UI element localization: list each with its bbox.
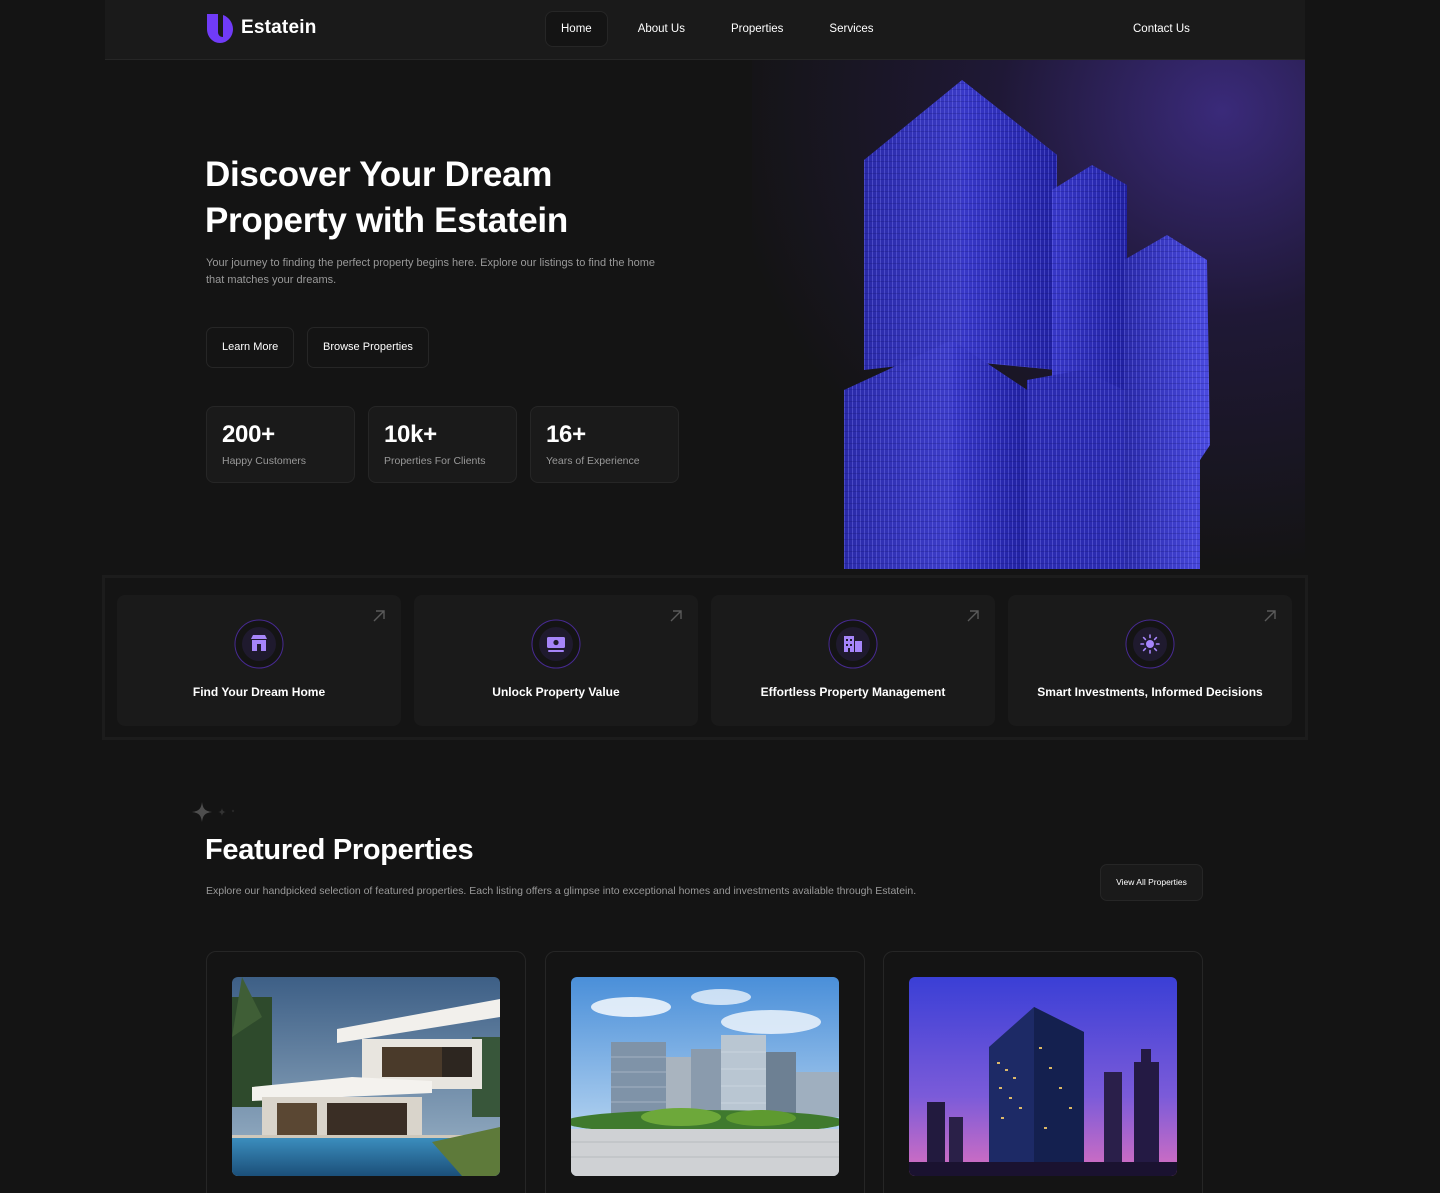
stat-label: Happy Customers bbox=[222, 455, 307, 467]
stat-card-happy-customers: 200+ Happy Customers bbox=[206, 406, 355, 483]
sparkle-decoration-icon bbox=[192, 802, 235, 822]
feature-card-find-dream-home[interactable]: Find Your Dream Home bbox=[117, 595, 401, 726]
learn-more-button[interactable]: Learn More bbox=[206, 327, 295, 368]
stat-label: Properties For Clients bbox=[384, 455, 486, 467]
stat-label: Years of Experience bbox=[546, 455, 640, 467]
nav-item-services[interactable]: Services bbox=[813, 11, 889, 47]
page: Estatein Home About Us Properties Servic… bbox=[0, 0, 1440, 1193]
feature-card-unlock-property-value[interactable]: Unlock Property Value bbox=[414, 595, 698, 726]
feature-card-effortless-property-management[interactable]: Effortless Property Management bbox=[711, 595, 995, 726]
property-image-office-towers bbox=[571, 977, 839, 1176]
property-card[interactable] bbox=[206, 951, 526, 1193]
stat-value: 16+ bbox=[546, 421, 586, 448]
nav-item-about-us[interactable]: About Us bbox=[622, 11, 701, 47]
nav-item-home[interactable]: Home bbox=[545, 11, 608, 47]
feature-label: Smart Investments, Informed Decisions bbox=[1037, 685, 1263, 699]
brand-logo[interactable]: Estatein bbox=[205, 12, 317, 44]
stat-value: 200+ bbox=[222, 421, 275, 448]
sun-icon bbox=[1125, 619, 1175, 669]
stat-card-years-of-experience: 16+ Years of Experience bbox=[530, 406, 679, 483]
stat-card-properties-for-clients: 10k+ Properties For Clients bbox=[368, 406, 517, 483]
featured-properties-description: Explore our handpicked selection of feat… bbox=[206, 885, 917, 897]
arrow-up-right-icon bbox=[670, 610, 682, 622]
cash-icon bbox=[531, 619, 581, 669]
property-card[interactable] bbox=[883, 951, 1203, 1193]
feature-strip: Find Your Dream Home Unlock Property Val… bbox=[102, 575, 1308, 740]
property-card[interactable] bbox=[545, 951, 865, 1193]
arrow-up-right-icon bbox=[1264, 610, 1276, 622]
arrow-up-right-icon bbox=[967, 610, 979, 622]
browse-properties-button[interactable]: Browse Properties bbox=[307, 327, 429, 368]
feature-label: Find Your Dream Home bbox=[192, 685, 326, 699]
nav-item-properties[interactable]: Properties bbox=[715, 11, 799, 47]
hero-title: Discover Your Dream Property with Estate… bbox=[205, 155, 568, 240]
view-all-properties-button[interactable]: View All Properties bbox=[1100, 864, 1203, 901]
property-image-dusk-skyscrapers bbox=[909, 977, 1177, 1176]
buildings-icon bbox=[828, 619, 878, 669]
storefront-icon bbox=[234, 619, 284, 669]
property-image-villa bbox=[232, 977, 500, 1176]
hero-building-image bbox=[752, 60, 1305, 569]
hero-description: Your journey to finding the perfect prop… bbox=[206, 257, 656, 286]
feature-label: Unlock Property Value bbox=[492, 685, 620, 699]
contact-us-button[interactable]: Contact Us bbox=[1117, 11, 1206, 47]
brand-name: Estatein bbox=[241, 17, 317, 38]
arrow-up-right-icon bbox=[373, 610, 385, 622]
featured-properties-title: Featured Properties bbox=[205, 834, 474, 866]
feature-label: Effortless Property Management bbox=[760, 685, 946, 699]
stat-value: 10k+ bbox=[384, 421, 437, 448]
estatein-logo-icon bbox=[207, 14, 233, 43]
feature-card-smart-investments[interactable]: Smart Investments, Informed Decisions bbox=[1008, 595, 1292, 726]
top-navigation-bar: Estatein Home About Us Properties Servic… bbox=[105, 0, 1305, 60]
main-nav: Home About Us Properties Services bbox=[545, 11, 904, 47]
